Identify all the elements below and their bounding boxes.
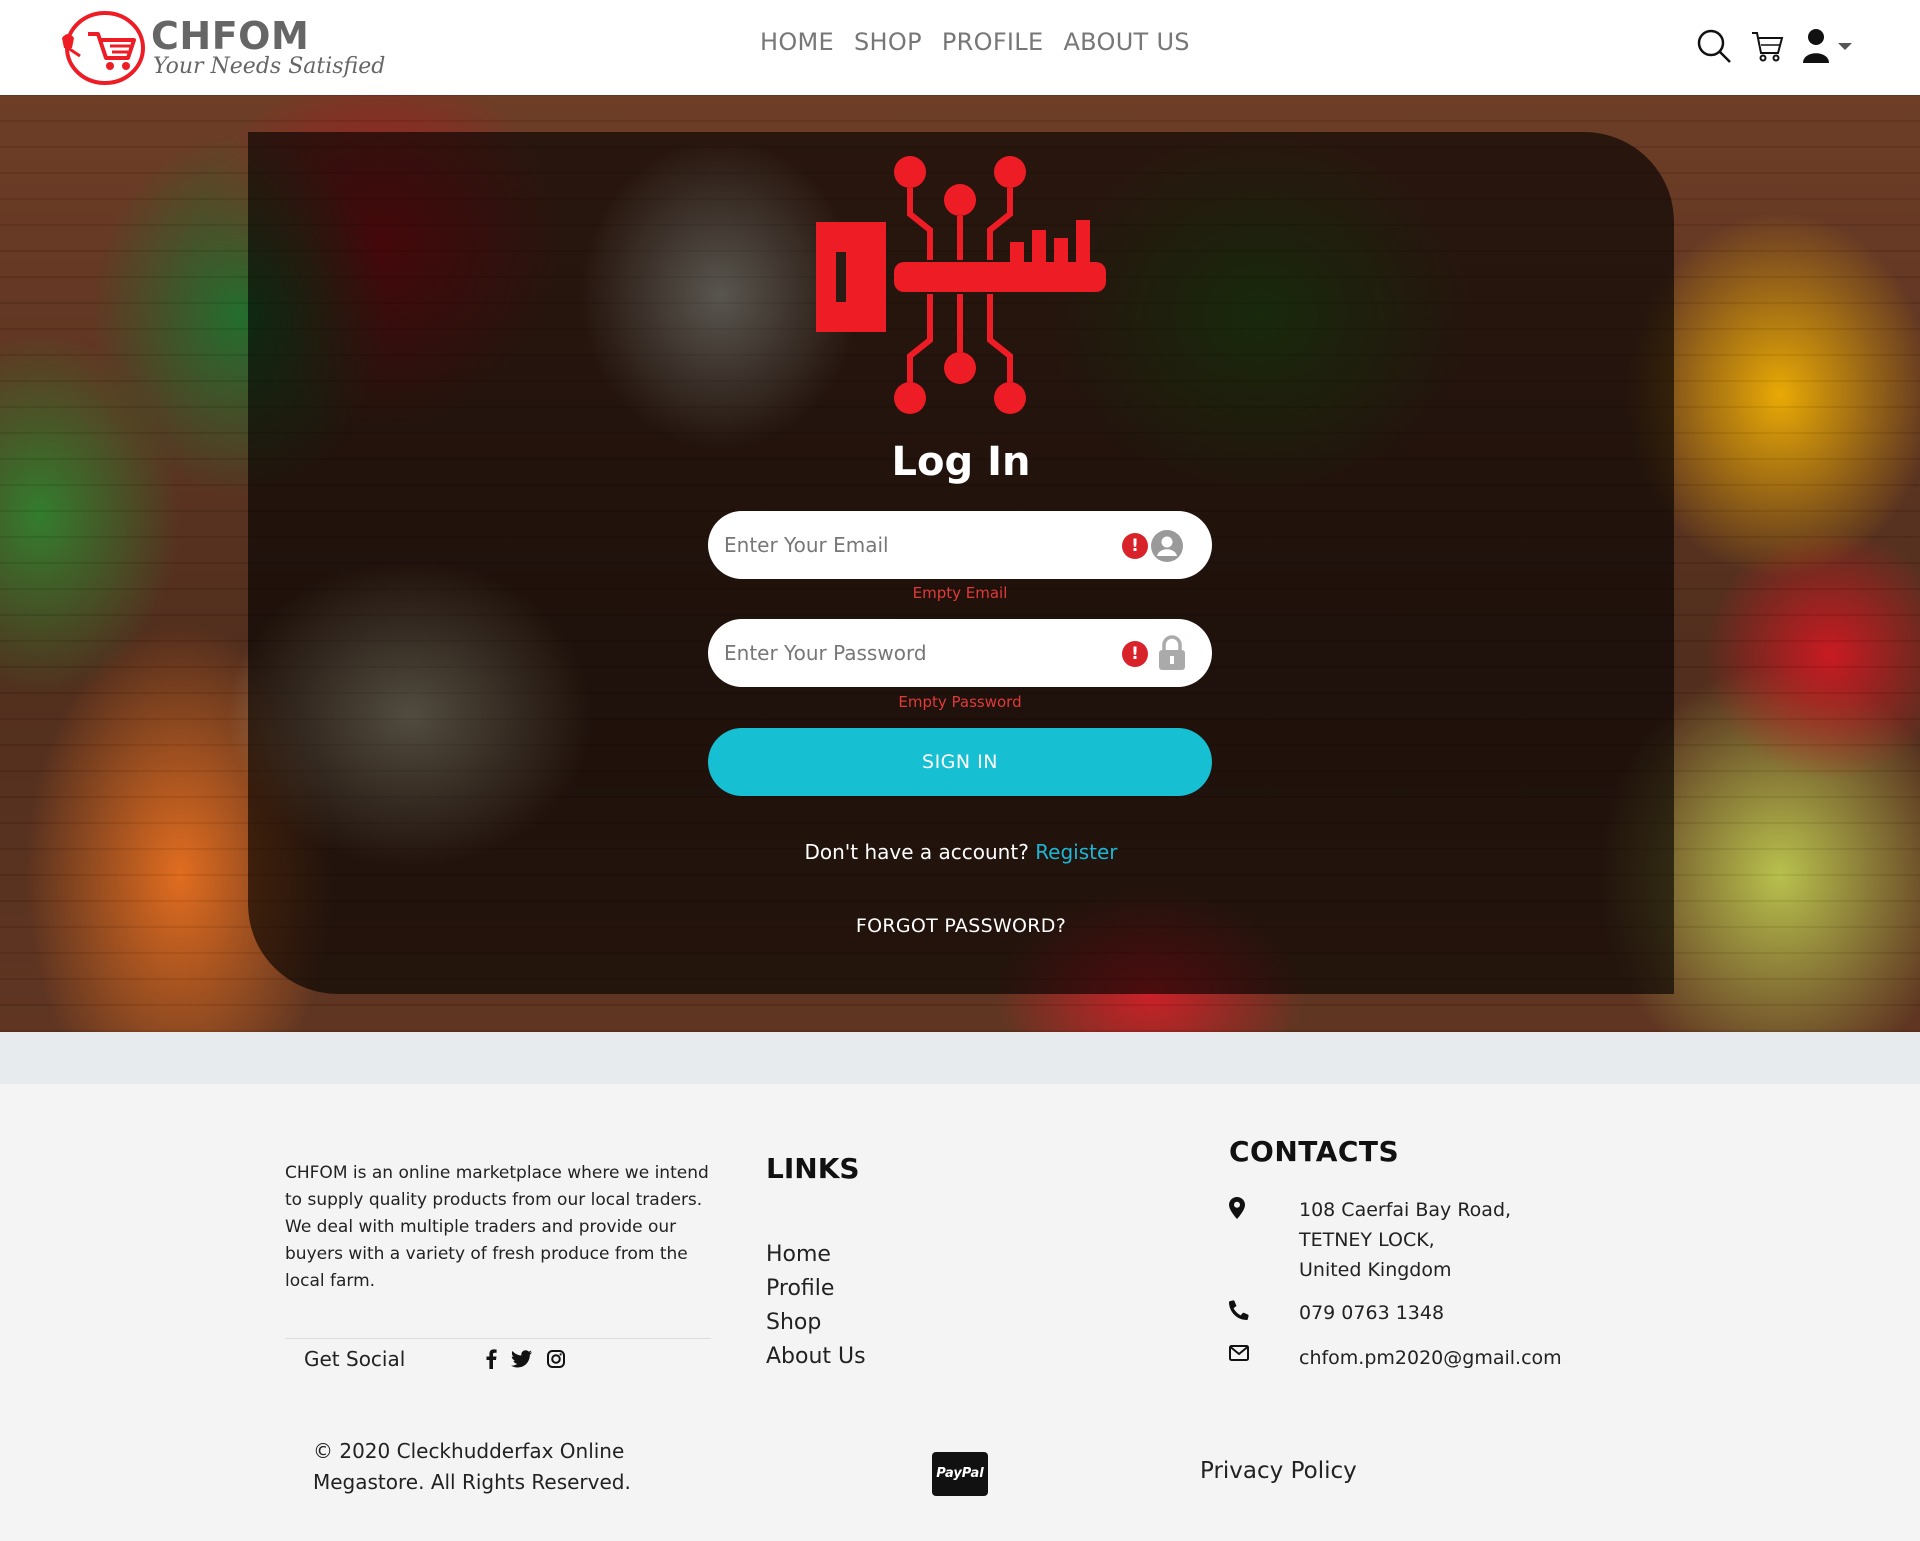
- footer-link-home[interactable]: Home: [766, 1238, 866, 1272]
- facebook-icon[interactable]: [485, 1349, 497, 1369]
- password-error-text: Empty Password: [898, 693, 1022, 711]
- contacts-heading: CONTACTS: [1229, 1135, 1400, 1168]
- caret-down-icon: [1838, 43, 1852, 50]
- footer-link-shop[interactable]: Shop: [766, 1306, 866, 1340]
- brand-tagline: Your Needs Satisfied: [153, 54, 386, 79]
- brand-name: CHFOM: [151, 14, 310, 58]
- register-prompt: Don't have a account? Register: [248, 840, 1674, 864]
- footer-links: Home Profile Shop About Us: [766, 1238, 866, 1374]
- about-text: CHFOM is an online marketplace where we …: [285, 1163, 709, 1291]
- email-input[interactable]: [724, 525, 1104, 565]
- password-field-wrapper: !: [708, 619, 1212, 687]
- copyright-text: © 2020 Cleckhudderfax Online Megastore. …: [313, 1439, 631, 1494]
- address-text: 108 Caerfai Bay Road, TETNEY LOCK, Unite…: [1299, 1195, 1511, 1285]
- cart-icon[interactable]: [1750, 29, 1784, 63]
- social-label: Get Social: [304, 1347, 406, 1371]
- register-prompt-text: Don't have a account?: [804, 840, 1029, 864]
- footer-link-about-us[interactable]: About Us: [766, 1340, 866, 1374]
- paypal-badge: PayPal: [932, 1452, 988, 1496]
- password-input[interactable]: [724, 633, 1104, 673]
- phone-text[interactable]: 079 0763 1348: [1299, 1298, 1444, 1328]
- site-footer: CHFOM is an online marketplace where we …: [0, 1084, 1920, 1541]
- login-title: Log In: [891, 439, 1031, 485]
- forgot-password-link[interactable]: FORGOT PASSWORD?: [248, 915, 1674, 937]
- footer-link-profile[interactable]: Profile: [766, 1272, 866, 1306]
- privacy-policy-link[interactable]: Privacy Policy: [1200, 1458, 1357, 1484]
- password-error-icon: !: [1122, 641, 1148, 667]
- email-error-text: Empty Email: [912, 584, 1008, 602]
- sign-in-button[interactable]: SIGN IN: [708, 728, 1212, 796]
- lock-icon: [1159, 635, 1185, 670]
- hero-vegetables-background: Log In ! Empty Email ! Empty Password SI…: [0, 95, 1920, 1032]
- email-text[interactable]: chfom.pm2020@gmail.com: [1299, 1343, 1562, 1373]
- address-line-2: TETNEY LOCK,: [1299, 1229, 1435, 1251]
- links-heading: LINKS: [766, 1152, 860, 1185]
- login-panel: Log In ! Empty Email ! Empty Password SI…: [248, 132, 1674, 994]
- brand-logo[interactable]: CHFOM Your Needs Satisfied: [58, 8, 385, 88]
- email-field-wrapper: !: [708, 511, 1212, 579]
- site-header: CHFOM Your Needs Satisfied HOME SHOP PRO…: [0, 0, 1920, 95]
- address-line-3: United Kingdom: [1299, 1259, 1452, 1281]
- main-nav: HOME SHOP PROFILE ABOUT US: [760, 28, 1190, 56]
- social-row: Get Social: [285, 1338, 711, 1378]
- nav-about-us[interactable]: ABOUT US: [1063, 28, 1189, 56]
- user-menu[interactable]: [1802, 28, 1852, 64]
- twitter-icon[interactable]: [511, 1350, 533, 1368]
- nav-shop[interactable]: SHOP: [854, 28, 922, 56]
- nav-profile[interactable]: PROFILE: [942, 28, 1044, 56]
- instagram-icon[interactable]: [547, 1350, 565, 1368]
- header-actions: [1696, 28, 1852, 64]
- cart-logo-icon: [62, 11, 145, 85]
- user-circle-icon: [1151, 530, 1183, 562]
- social-icons: [485, 1349, 565, 1369]
- section-divider-band: [0, 1032, 1920, 1084]
- email-error-icon: !: [1122, 533, 1148, 559]
- digital-key-icon: [816, 156, 1106, 414]
- register-link[interactable]: Register: [1035, 840, 1117, 864]
- map-pin-icon: [1229, 1197, 1245, 1219]
- envelope-icon: [1229, 1345, 1249, 1361]
- user-icon: [1803, 29, 1829, 63]
- phone-icon: [1229, 1300, 1249, 1320]
- nav-home[interactable]: HOME: [760, 28, 834, 56]
- address-line-1: 108 Caerfai Bay Road,: [1299, 1199, 1512, 1221]
- search-icon[interactable]: [1696, 28, 1732, 64]
